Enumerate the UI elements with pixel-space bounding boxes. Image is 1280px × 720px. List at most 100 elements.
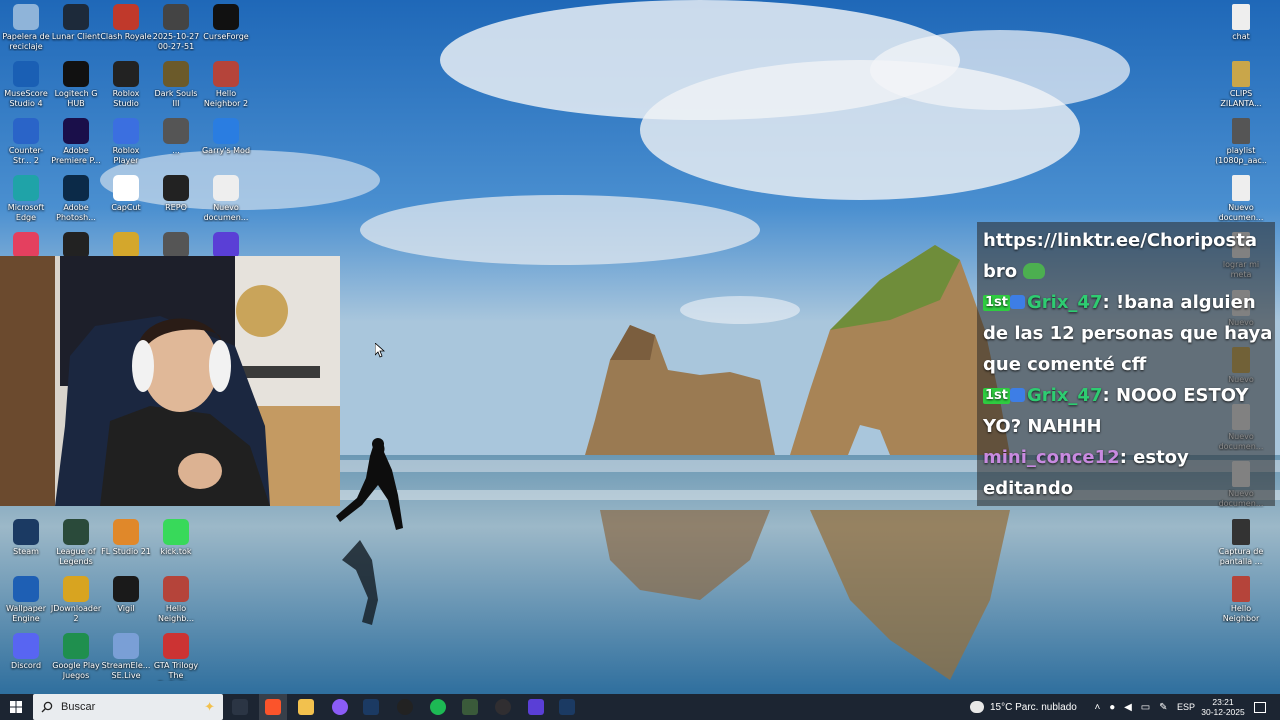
edge-icon	[13, 175, 39, 201]
desktop-icon[interactable]: Hello Neighbor 2	[200, 61, 252, 108]
taskbar-app-button[interactable]	[424, 694, 452, 720]
notification-icon	[1254, 701, 1266, 713]
hello-neighbor-icon	[163, 576, 189, 602]
desktop-icon[interactable]: Hello Neighb...	[150, 576, 202, 623]
desktop-icon[interactable]: Logitech G HUB	[50, 61, 102, 108]
desktop-icon[interactable]: Clash Royale	[100, 4, 152, 42]
desktop-icon[interactable]: ...	[150, 118, 202, 156]
desktop-icon-label: Garry's Mod	[201, 146, 251, 155]
chat-badge-icon	[1010, 295, 1025, 309]
desktop-icon[interactable]: CLIPS ZILANTA...	[1215, 61, 1267, 108]
desktop-icon[interactable]: Dark Souls III	[150, 61, 202, 108]
desktop-icon[interactable]: StreamEle... SE.Live	[100, 633, 152, 680]
wallpaper-engine-icon	[13, 576, 39, 602]
folder-image-icon	[1232, 61, 1250, 87]
desktop-icon[interactable]: Counter-Str... 2	[0, 118, 52, 165]
stream-chat-overlay: https://linktr.ee/Choriposta bro 1st Grix…	[977, 222, 1275, 506]
grid-app-icon	[213, 232, 239, 258]
desktop-icon[interactable]: Steam	[0, 519, 52, 557]
desktop-icon[interactable]: Microsoft Edge	[0, 175, 52, 222]
steam-icon	[363, 699, 379, 715]
counter-strike-icon	[13, 118, 39, 144]
desktop-icon-label: Adobe Photosh...	[56, 203, 96, 222]
search-box[interactable]: Buscar ✦	[33, 694, 223, 720]
musescore-icon	[13, 61, 39, 87]
clock-time: 23:21	[1212, 697, 1234, 707]
steam-icon	[13, 519, 39, 545]
pen-icon[interactable]: ✎	[1159, 702, 1167, 713]
desktop-icon[interactable]: Nuevo documen...	[1215, 175, 1267, 222]
document-icon	[213, 175, 239, 201]
taskbar-app-button[interactable]	[391, 694, 419, 720]
desktop-icon[interactable]: Hello Neighbor	[1215, 576, 1267, 623]
desktop-icon[interactable]: playlist (1080p_aac...	[1215, 118, 1267, 166]
taskbar-app-button[interactable]	[553, 694, 581, 720]
desktop-icon[interactable]: chat	[1215, 4, 1267, 42]
desktop-icon-label: Dark Souls III	[154, 89, 198, 108]
desktop-icon[interactable]: Captura de pantalla ...	[1215, 519, 1267, 566]
desktop-icon[interactable]: Roblox Player	[100, 118, 152, 165]
taskbar-app-button[interactable]	[456, 694, 484, 720]
desktop-icon[interactable]: Roblox Studio	[100, 61, 152, 108]
desktop-icon[interactable]: Adobe Premiere P...	[50, 118, 102, 165]
desktop-icon[interactable]: Discord	[0, 633, 52, 671]
logitech-icon	[63, 61, 89, 87]
desktop-icon[interactable]: League of Legends	[50, 519, 102, 566]
taskbar-app-button[interactable]	[259, 694, 287, 720]
desktop-icon[interactable]: Papelera de reciclaje	[0, 4, 52, 51]
chat-username: mini_conce12	[983, 447, 1120, 468]
desktop-icon[interactable]: Adobe Photosh...	[50, 175, 102, 222]
language-indicator[interactable]: ESP	[1174, 694, 1198, 720]
microphone-icon[interactable]: ●	[1109, 702, 1115, 713]
desktop-icon[interactable]: MuseScore Studio 4	[0, 61, 52, 108]
document-icon	[1232, 175, 1250, 201]
desktop-icon[interactable]: JDownloader 2	[50, 576, 102, 623]
clock[interactable]: 23:21 30-12-2025	[1200, 694, 1246, 720]
mouse-cursor-icon	[375, 343, 385, 358]
capcut-icon	[113, 175, 139, 201]
obs-studio-icon	[495, 699, 511, 715]
desktop-icon[interactable]: GTA Trilogy The Definiti...	[150, 633, 202, 681]
taskbar-app-button[interactable]	[292, 694, 320, 720]
desktop-icon-label: Hello Neighbor	[1222, 604, 1260, 623]
desktop-icon-label: Nuevo documen...	[1218, 203, 1264, 222]
garrys-mod-icon	[213, 118, 239, 144]
desktop-icon-label: FL Studio 21	[101, 547, 151, 556]
desktop-icon[interactable]: FL Studio 21	[100, 519, 152, 557]
taskbar-app-button[interactable]	[522, 694, 550, 720]
desktop-icon-label: Roblox Studio	[112, 89, 140, 108]
desktop-icon[interactable]: Wallpaper Engine	[0, 576, 52, 623]
roblox-player-icon	[113, 118, 139, 144]
desktop-icon[interactable]: REPO	[150, 175, 202, 213]
desktop-icon[interactable]: Vigil	[100, 576, 152, 614]
desktop-icon[interactable]: kick.tok	[150, 519, 202, 557]
desktop-icon[interactable]: Lunar Client	[50, 4, 102, 42]
start-button[interactable]	[4, 694, 28, 720]
taskbar-app-button[interactable]	[326, 694, 354, 720]
desktop-icon-label: Microsoft Edge	[7, 203, 45, 222]
messenger-icon	[332, 699, 348, 715]
dark-souls-icon	[163, 61, 189, 87]
chevron-up-icon[interactable]: ˄	[1094, 702, 1100, 713]
taskbar-app-button[interactable]	[489, 694, 517, 720]
desktop-icon[interactable]: CurseForge	[200, 4, 252, 42]
desktop-icon[interactable]: CapCut	[100, 175, 152, 213]
video-file-icon	[1232, 118, 1250, 144]
taskbar-app-button[interactable]	[357, 694, 385, 720]
desktop-icon-label: ...	[172, 146, 180, 155]
streamelements-icon	[113, 633, 139, 659]
taskbar-app-button[interactable]	[226, 694, 254, 720]
desktop-icon-label: JDownloader 2	[50, 604, 102, 623]
weather-widget[interactable]: 15°C Parc. nublado	[970, 694, 1082, 720]
desktop-icon[interactable]: Google Play Juegos	[50, 633, 102, 680]
notifications-button[interactable]	[1250, 694, 1270, 720]
speaker-icon[interactable]: ◀	[1124, 702, 1132, 713]
jdownloader-icon	[63, 576, 89, 602]
desktop-icon[interactable]: 2025-10-27 00-27-51	[150, 4, 202, 51]
chat-link[interactable]: https://linktr.ee/Choriposta bro	[983, 225, 1275, 287]
desktop-icon[interactable]: Garry's Mod	[200, 118, 252, 156]
desktop-icon-label: CurseForge	[203, 32, 249, 41]
desktop-icon-label: Clash Royale	[100, 32, 152, 41]
network-icon[interactable]: ▭	[1141, 702, 1150, 713]
desktop-icon[interactable]: Nuevo documen...	[200, 175, 252, 222]
